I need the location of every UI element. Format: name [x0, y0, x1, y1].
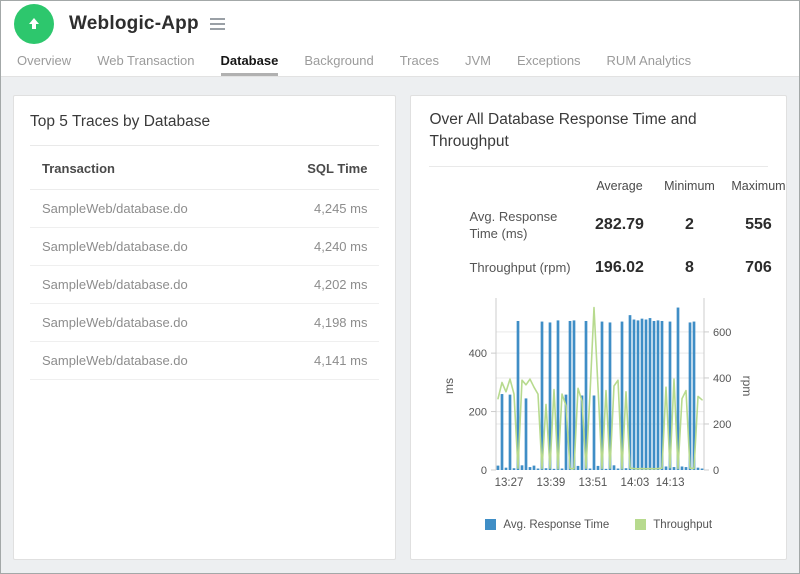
trace-sql-time: 4,240 ms — [314, 239, 367, 254]
tab-background[interactable]: Background — [304, 47, 373, 76]
trace-name: SampleWeb/database.do — [42, 201, 188, 216]
trace-sql-time: 4,141 ms — [314, 353, 367, 368]
trace-sql-time: 4,202 ms — [314, 277, 367, 292]
legend-swatch-bar — [485, 519, 496, 530]
column-sql-time: SQL Time — [307, 161, 367, 176]
svg-text:13:39: 13:39 — [537, 477, 566, 489]
hamburger-menu-icon[interactable] — [210, 18, 225, 30]
legend-label: Avg. Response Time — [503, 519, 609, 531]
panel-title: Over All Database Response Time and Thro… — [429, 109, 768, 167]
app-window: Weblogic-App Overview Web Transaction Da… — [0, 0, 800, 574]
svg-text:200: 200 — [713, 419, 731, 431]
trace-name: SampleWeb/database.do — [42, 277, 188, 292]
trace-sql-time: 4,245 ms — [314, 201, 367, 216]
tab-overview[interactable]: Overview — [17, 47, 71, 76]
stats-row-label: Throughput (rpm) — [469, 252, 584, 284]
tab-exceptions[interactable]: Exceptions — [517, 47, 581, 76]
table-row[interactable]: SampleWeb/database.do 4,202 ms — [30, 266, 379, 304]
svg-text:ms: ms — [442, 378, 456, 394]
throughput-maximum: 706 — [724, 259, 787, 277]
legend-swatch-line — [635, 519, 646, 530]
tab-web-transaction[interactable]: Web Transaction — [97, 47, 194, 76]
table-header: Transaction SQL Time — [30, 146, 379, 190]
stats-column-maximum: Maximum — [724, 179, 787, 199]
legend-avg-response-time[interactable]: Avg. Response Time — [485, 519, 609, 531]
avg-response-maximum: 556 — [724, 216, 787, 234]
response-throughput-panel: Over All Database Response Time and Thro… — [410, 95, 787, 560]
svg-text:400: 400 — [469, 348, 487, 360]
top-traces-panel: Top 5 Traces by Database Transaction SQL… — [13, 95, 396, 560]
top-bar: Weblogic-App — [1, 1, 799, 47]
svg-text:600: 600 — [713, 326, 731, 338]
table-row[interactable]: SampleWeb/database.do 4,198 ms — [30, 304, 379, 342]
table-row[interactable]: SampleWeb/database.do 4,141 ms — [30, 342, 379, 380]
svg-text:400: 400 — [713, 373, 731, 385]
svg-text:14:03: 14:03 — [621, 477, 650, 489]
chart-svg: 0 200 400 0 200 400 600 ms rpm 13:27 13:39 13:51 14:… — [437, 290, 759, 512]
chart-legend: Avg. Response Time Throughput — [429, 519, 768, 531]
stats-row-label: Avg. Response Time (ms) — [469, 201, 584, 250]
stats-column-average: Average — [584, 179, 654, 199]
stats-table: Average Minimum Maximum Avg. Response Ti… — [429, 179, 787, 284]
tab-jvm[interactable]: JVM — [465, 47, 491, 76]
table-row[interactable]: SampleWeb/database.do 4,245 ms — [30, 190, 379, 228]
column-transaction: Transaction — [42, 161, 115, 176]
app-status-icon — [14, 4, 54, 44]
throughput-average: 196.02 — [584, 259, 654, 277]
content-area: Top 5 Traces by Database Transaction SQL… — [1, 77, 799, 560]
stats-column-minimum: Minimum — [654, 179, 724, 199]
svg-text:200: 200 — [469, 406, 487, 418]
throughput-minimum: 8 — [654, 259, 724, 277]
tab-bar: Overview Web Transaction Database Backgr… — [1, 47, 799, 77]
arrow-up-icon — [26, 16, 42, 32]
legend-label: Throughput — [653, 519, 712, 531]
svg-text:13:27: 13:27 — [495, 477, 524, 489]
response-throughput-chart[interactable]: 0 200 400 0 200 400 600 ms rpm 13:27 13:39 13:51 14:… — [429, 290, 768, 517]
trace-sql-time: 4,198 ms — [314, 315, 367, 330]
page-title: Weblogic-App — [69, 13, 199, 35]
svg-text:rpm: rpm — [740, 375, 754, 396]
svg-text:0: 0 — [713, 465, 719, 477]
tab-traces[interactable]: Traces — [400, 47, 439, 76]
table-row[interactable]: SampleWeb/database.do 4,240 ms — [30, 228, 379, 266]
svg-text:13:51: 13:51 — [579, 477, 608, 489]
trace-name: SampleWeb/database.do — [42, 315, 188, 330]
svg-text:14:13: 14:13 — [656, 477, 685, 489]
tab-database[interactable]: Database — [221, 47, 279, 76]
avg-response-minimum: 2 — [654, 216, 724, 234]
trace-name: SampleWeb/database.do — [42, 353, 188, 368]
avg-response-average: 282.79 — [584, 216, 654, 234]
panel-title: Top 5 Traces by Database — [30, 111, 379, 146]
tab-rum-analytics[interactable]: RUM Analytics — [607, 47, 692, 76]
trace-name: SampleWeb/database.do — [42, 239, 188, 254]
svg-text:0: 0 — [481, 465, 487, 477]
legend-throughput[interactable]: Throughput — [635, 519, 712, 531]
